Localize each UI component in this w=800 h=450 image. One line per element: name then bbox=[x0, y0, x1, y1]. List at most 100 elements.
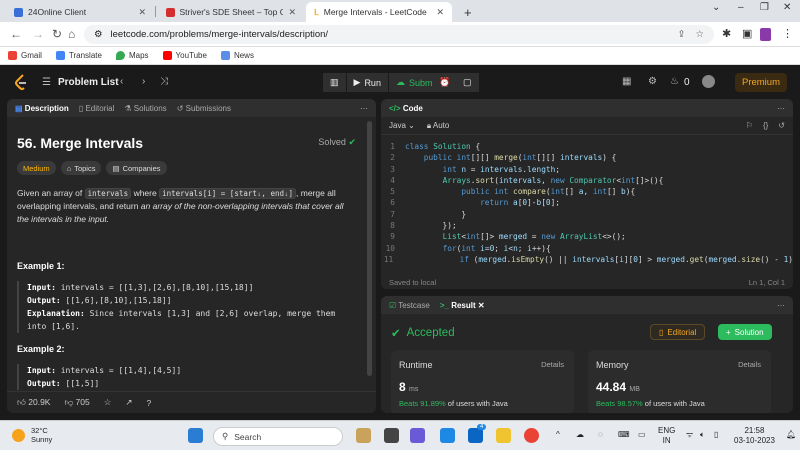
extensions-icon[interactable]: ✱ bbox=[722, 27, 731, 40]
address-bar[interactable]: ⚙ leetcode.com/problems/merge-intervals/… bbox=[84, 25, 714, 44]
close-tab-icon[interactable]: ✕ bbox=[138, 7, 146, 18]
settings-gear-icon[interactable]: ⚙ bbox=[648, 76, 657, 87]
telegram-icon[interactable] bbox=[468, 428, 483, 443]
prev-problem-icon[interactable]: ‹ bbox=[120, 76, 123, 87]
clock[interactable]: 21:58 03-10-2023 bbox=[734, 426, 775, 446]
tab-testcase[interactable]: ☑ Testcase bbox=[389, 301, 430, 310]
panel-more-icon[interactable]: ⋯ bbox=[777, 104, 785, 113]
back-icon[interactable]: ← bbox=[10, 27, 22, 41]
code-line[interactable]: 4 Arrays.sort(intervals, new Comparator<… bbox=[381, 175, 793, 186]
share-link-icon[interactable]: ↗ bbox=[125, 397, 132, 408]
code-line[interactable]: 6 return a[0]-b[0]; bbox=[381, 197, 793, 208]
notes-button[interactable]: ▢ bbox=[456, 73, 479, 92]
solution-button[interactable]: + Solution bbox=[718, 324, 772, 340]
wifi-icon[interactable]: ᯤ bbox=[686, 430, 693, 440]
user-avatar[interactable] bbox=[702, 75, 715, 88]
home-icon[interactable]: ⌂ bbox=[68, 27, 75, 41]
restore-icon[interactable]: ❐ bbox=[760, 2, 769, 13]
code-line[interactable]: 7 } bbox=[381, 209, 793, 220]
tray-chevron-up-icon[interactable]: ^ bbox=[556, 430, 560, 440]
site-info-icon[interactable]: ⚙ bbox=[94, 29, 103, 40]
bookmark-news[interactable]: News bbox=[220, 51, 254, 60]
cloud-icon[interactable]: ☁ bbox=[576, 430, 584, 440]
code-line[interactable]: 9 List<int[]> merged = new ArrayList<>()… bbox=[381, 231, 793, 242]
timer-button[interactable]: ⏰ bbox=[432, 73, 458, 92]
debug-button[interactable]: ▥ bbox=[323, 73, 346, 92]
close-tab-icon[interactable]: ✕ bbox=[436, 7, 444, 18]
weather-widget[interactable]: 32°C Sunny bbox=[12, 426, 52, 444]
problem-list-icon[interactable]: ☰ bbox=[42, 77, 51, 88]
like-button[interactable]: 👍︎ 20.9K bbox=[17, 397, 50, 408]
battery-icon[interactable]: ▭ bbox=[638, 430, 646, 440]
browser-tab[interactable]: Striver's SDE Sheet – Top Coding ✕ bbox=[158, 2, 304, 22]
bookmark-star-icon[interactable]: ☆ bbox=[695, 29, 704, 40]
teams-icon[interactable] bbox=[410, 428, 425, 443]
runtime-card[interactable]: Runtime Details 8 ms Beats 91.89% of use… bbox=[391, 350, 574, 413]
reset-icon[interactable]: ↺ bbox=[778, 121, 785, 130]
onedrive-icon[interactable]: ◌ bbox=[598, 430, 603, 440]
premium-button[interactable]: Premium bbox=[735, 73, 787, 92]
problem-list-link[interactable]: Problem List bbox=[58, 77, 119, 88]
browser-tab[interactable]: 24Online Client ✕ bbox=[6, 2, 154, 22]
minimize-icon[interactable]: – bbox=[738, 2, 744, 13]
tab-description[interactable]: ▤ Description bbox=[15, 104, 69, 113]
notifications-bell-icon[interactable]: 🔔︎ bbox=[786, 430, 796, 440]
topics-chip[interactable]: ⌂ Topics bbox=[60, 161, 102, 175]
tab-search-icon[interactable]: ⌄ bbox=[712, 2, 720, 13]
panel-more-icon[interactable]: ⋯ bbox=[777, 301, 785, 310]
details-link[interactable]: Details bbox=[541, 360, 564, 369]
bookmark-maps[interactable]: Maps bbox=[115, 51, 149, 60]
code-line[interactable]: 1 class Solution { bbox=[381, 141, 793, 152]
chrome-icon[interactable] bbox=[524, 428, 539, 443]
code-line[interactable]: 5 public int compare(int[] a, int[] b){ bbox=[381, 186, 793, 197]
memory-card[interactable]: Memory Details 44.84 MB Beats 98.57% of … bbox=[588, 350, 771, 413]
layout-icon[interactable]: ▦ bbox=[622, 76, 631, 87]
profile-avatar[interactable] bbox=[760, 28, 771, 41]
tab-result[interactable]: >_ Result ✕ bbox=[440, 301, 485, 310]
editorial-button[interactable]: ▯ Editorial bbox=[650, 324, 706, 340]
bookmark-icon[interactable]: ⚐ bbox=[746, 121, 753, 130]
tab-solutions[interactable]: ⚗ Solutions bbox=[124, 104, 166, 113]
description-scrollbar[interactable] bbox=[367, 121, 372, 376]
mail-icon[interactable] bbox=[440, 428, 455, 443]
favorite-star-icon[interactable]: ☆ bbox=[104, 397, 112, 408]
code-line[interactable]: 3 int n = intervals.length; bbox=[381, 164, 793, 175]
bookmark-youtube[interactable]: YouTube bbox=[162, 51, 207, 60]
tab-submissions[interactable]: ↺ Submissions bbox=[177, 104, 231, 113]
widget-app-icon[interactable] bbox=[356, 428, 371, 443]
run-button[interactable]: ▶ Run bbox=[346, 73, 388, 92]
auto-mode[interactable]: 🔒︎ Auto bbox=[427, 121, 450, 131]
menu-kebab-icon[interactable]: ⋮ bbox=[782, 27, 793, 40]
code-line[interactable]: 8 }); bbox=[381, 220, 793, 231]
language-select[interactable]: Java ⌄ bbox=[389, 121, 415, 130]
side-panel-icon[interactable]: ▣ bbox=[742, 27, 752, 40]
windows-start-icon[interactable] bbox=[188, 428, 203, 443]
companies-chip[interactable]: ▤ Companies bbox=[106, 161, 167, 175]
share-icon[interactable]: ⇪ bbox=[678, 29, 686, 40]
close-tab-icon[interactable]: ✕ bbox=[288, 7, 296, 18]
panel-more-icon[interactable]: ⋯ bbox=[360, 104, 368, 113]
forward-icon[interactable]: → bbox=[32, 27, 44, 41]
streak-flame-icon[interactable]: ♨ bbox=[670, 76, 679, 87]
code-line[interactable]: 2 public int[][] merge(int[][] intervals… bbox=[381, 152, 793, 163]
tab-editorial[interactable]: ▯ Editorial bbox=[79, 104, 115, 113]
language-indicator[interactable]: ENG IN bbox=[658, 426, 675, 446]
volume-icon[interactable]: 🔈︎ bbox=[700, 430, 705, 440]
task-view-icon[interactable] bbox=[384, 428, 399, 443]
code-editor[interactable]: 1 class Solution {2 public int[][] merge(… bbox=[381, 141, 793, 265]
new-tab-button[interactable]: + bbox=[456, 2, 480, 22]
browser-tab-active[interactable]: ᒪ Merge Intervals - LeetCode ✕ bbox=[306, 2, 452, 22]
code-line[interactable]: 10 for(int i=0; i<n; i++){ bbox=[381, 243, 793, 254]
bookmark-gmail[interactable]: Gmail bbox=[8, 51, 42, 60]
code-line[interactable]: 11 if (merged.isEmpty() || intervals[i][… bbox=[381, 254, 793, 265]
details-link[interactable]: Details bbox=[738, 360, 761, 369]
shuffle-icon[interactable]: ⤨ bbox=[160, 76, 168, 87]
help-icon[interactable]: ? bbox=[146, 398, 151, 408]
file-explorer-icon[interactable] bbox=[496, 428, 511, 443]
bookmark-translate[interactable]: Translate bbox=[55, 51, 102, 60]
keyboard-icon[interactable]: ⌨ bbox=[618, 430, 630, 440]
close-tab-icon[interactable]: ✕ bbox=[478, 301, 485, 310]
taskbar-search[interactable]: ⚲ Search bbox=[213, 427, 343, 446]
close-window-icon[interactable]: ✕ bbox=[783, 2, 791, 13]
leetcode-logo-icon[interactable] bbox=[14, 74, 28, 90]
